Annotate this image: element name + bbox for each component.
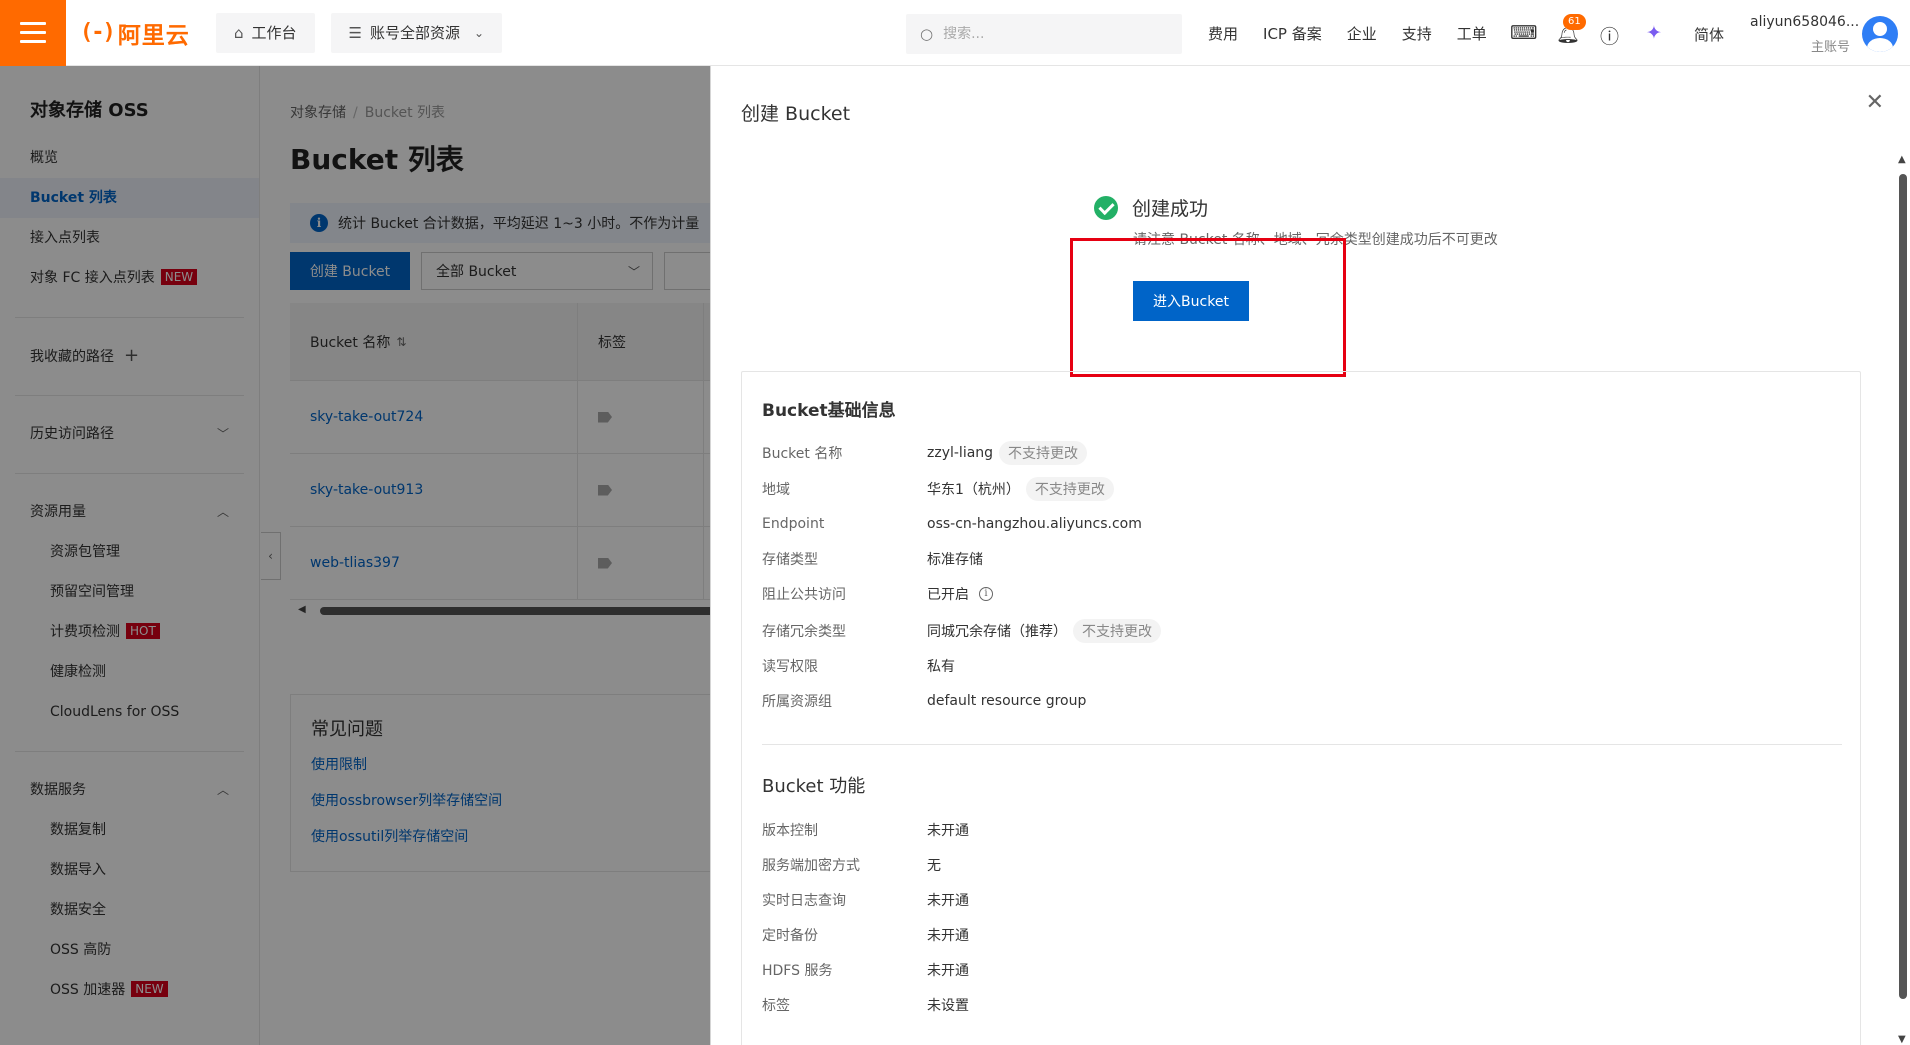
resources-dropdown[interactable]: ☰ 账号全部资源 ⌄ bbox=[330, 12, 503, 53]
scroll-up-icon[interactable]: ▲ bbox=[1898, 154, 1906, 165]
success-title: 创建成功 bbox=[1132, 198, 1209, 220]
feature-row-scheduled-backup: 定时备份 未开通 bbox=[762, 922, 969, 948]
feature-label: 实时日志查询 bbox=[762, 893, 846, 909]
feature-row-versioning: 版本控制 未开通 bbox=[762, 817, 969, 843]
scroll-down-icon[interactable]: ▼ bbox=[1898, 1034, 1906, 1045]
info-label: 阻止公共访问 bbox=[762, 587, 846, 603]
workbench-label: 工作台 bbox=[251, 24, 297, 42]
help-icon[interactable]: ⓘ bbox=[1600, 22, 1619, 49]
terminal-icon[interactable]: ⌨ bbox=[1510, 22, 1537, 44]
search-icon: ○ bbox=[920, 25, 934, 43]
feature-value: 无 bbox=[927, 858, 941, 874]
close-icon[interactable]: ✕ bbox=[1866, 92, 1884, 114]
info-value: 已开启 bbox=[927, 587, 969, 603]
nav-link-support[interactable]: 支持 bbox=[1402, 23, 1432, 44]
check-circle-icon bbox=[1094, 195, 1118, 220]
scrollbar-thumb[interactable] bbox=[1899, 174, 1907, 999]
info-label: 读写权限 bbox=[762, 659, 818, 675]
info-value: 标准存储 bbox=[927, 552, 983, 568]
info-value: oss-cn-hangzhou.aliyuncs.com bbox=[927, 516, 1142, 532]
info-value: 同城冗余存储（推荐） bbox=[927, 624, 1067, 640]
nav-link-ticket[interactable]: 工单 bbox=[1457, 23, 1487, 44]
notification-badge: 61 bbox=[1563, 14, 1586, 30]
info-value: zzyl-liang bbox=[927, 445, 994, 461]
info-row-resource-group: 所属资源组 default resource group bbox=[762, 688, 1086, 714]
enter-bucket-button[interactable]: 进入Bucket bbox=[1133, 281, 1249, 321]
feature-label: 标签 bbox=[762, 998, 790, 1014]
info-row-acl: 读写权限 私有 bbox=[762, 653, 955, 679]
info-label: Endpoint bbox=[762, 516, 825, 532]
create-bucket-drawer: 创建 Bucket ✕ 创建成功 请注意 Bucket 名称、地域、冗余类型创建… bbox=[710, 66, 1910, 1045]
basic-info-title: Bucket基础信息 bbox=[762, 401, 896, 421]
info-row-redundancy: 存储冗余类型 同城冗余存储（推荐） 不支持更改 bbox=[762, 618, 1161, 644]
bucket-info-card: Bucket基础信息 Bucket 名称 zzyl-liang 不支持更改 地域… bbox=[741, 371, 1861, 1045]
info-value: 私有 bbox=[927, 659, 955, 675]
info-icon[interactable]: i bbox=[979, 587, 993, 601]
nav-link-fees[interactable]: 费用 bbox=[1208, 23, 1238, 44]
top-bar: (-) 阿里云 ⌂ 工作台 ☰ 账号全部资源 ⌄ ○ 费用 ICP 备案 企业 … bbox=[0, 0, 1910, 66]
ai-assistant-icon[interactable]: ✦ bbox=[1646, 22, 1662, 44]
search-box[interactable]: ○ bbox=[906, 14, 1182, 54]
info-row-block-public-access: 阻止公共访问 已开启 i bbox=[762, 581, 993, 607]
info-label: 存储冗余类型 bbox=[762, 624, 846, 640]
feature-value: 未开通 bbox=[927, 893, 969, 909]
info-row-region: 地域 华东1（杭州） 不支持更改 bbox=[762, 476, 1114, 502]
search-input[interactable] bbox=[943, 26, 1144, 42]
feature-row-hdfs: HDFS 服务 未开通 bbox=[762, 957, 969, 983]
feature-value: 未开通 bbox=[927, 823, 969, 839]
feature-row-tags: 标签 未设置 bbox=[762, 992, 969, 1018]
logo-text: 阿里云 bbox=[117, 22, 190, 49]
feature-label: HDFS 服务 bbox=[762, 963, 833, 979]
info-label: 地域 bbox=[762, 482, 790, 498]
nav-link-enterprise[interactable]: 企业 bbox=[1347, 23, 1377, 44]
menu-icon[interactable] bbox=[0, 0, 66, 66]
logo-mark-icon: (-) bbox=[80, 20, 116, 45]
feature-value: 未开通 bbox=[927, 963, 969, 979]
feature-label: 版本控制 bbox=[762, 823, 818, 839]
home-icon: ⌂ bbox=[234, 23, 244, 42]
feature-row-realtime-log: 实时日志查询 未开通 bbox=[762, 887, 969, 913]
readonly-badge: 不支持更改 bbox=[1073, 619, 1161, 643]
drawer-title: 创建 Bucket bbox=[741, 103, 851, 125]
info-row-bucket-name: Bucket 名称 zzyl-liang 不支持更改 bbox=[762, 440, 1088, 466]
info-value: default resource group bbox=[927, 693, 1087, 709]
resources-label: 账号全部资源 bbox=[370, 24, 461, 42]
success-header: 创建成功 bbox=[1094, 194, 1208, 221]
info-row-storage-class: 存储类型 标准存储 bbox=[762, 546, 983, 572]
info-label: Bucket 名称 bbox=[762, 446, 843, 462]
user-type: 主账号 bbox=[1810, 40, 1850, 55]
workbench-button[interactable]: ⌂ 工作台 bbox=[216, 12, 315, 53]
user-name: aliyun658046... bbox=[1750, 14, 1860, 30]
nav-link-icp[interactable]: ICP 备案 bbox=[1263, 23, 1322, 44]
info-label: 所属资源组 bbox=[762, 694, 832, 710]
readonly-badge: 不支持更改 bbox=[999, 441, 1088, 465]
feature-value: 未开通 bbox=[927, 928, 969, 944]
top-nav-links: 费用 ICP 备案 企业 支持 工单 bbox=[1208, 0, 1512, 66]
avatar[interactable] bbox=[1862, 16, 1898, 52]
divider bbox=[762, 744, 1842, 745]
feature-value: 未设置 bbox=[927, 998, 969, 1014]
feature-row-encryption: 服务端加密方式 无 bbox=[762, 852, 941, 878]
user-info[interactable]: aliyun658046... 主账号 bbox=[1750, 14, 1860, 55]
vertical-scrollbar[interactable]: ▲ ▼ bbox=[1896, 154, 1910, 1045]
features-title: Bucket 功能 bbox=[762, 776, 866, 797]
chevron-down-icon: ⌄ bbox=[474, 25, 485, 40]
info-value: 华东1（杭州） bbox=[927, 482, 1020, 498]
logo[interactable]: (-) 阿里云 bbox=[80, 16, 200, 50]
stack-icon: ☰ bbox=[348, 23, 362, 42]
success-note: 请注意 Bucket 名称、地域、冗余类型创建成功后不可更改 bbox=[1133, 232, 1498, 248]
feature-label: 定时备份 bbox=[762, 928, 818, 944]
language-switch[interactable]: 简体 bbox=[1694, 24, 1724, 45]
feature-label: 服务端加密方式 bbox=[762, 858, 860, 874]
overlay-mask[interactable] bbox=[0, 66, 710, 1045]
info-row-endpoint: Endpoint oss-cn-hangzhou.aliyuncs.com bbox=[762, 511, 1142, 537]
readonly-badge: 不支持更改 bbox=[1025, 477, 1114, 501]
info-label: 存储类型 bbox=[762, 552, 818, 568]
